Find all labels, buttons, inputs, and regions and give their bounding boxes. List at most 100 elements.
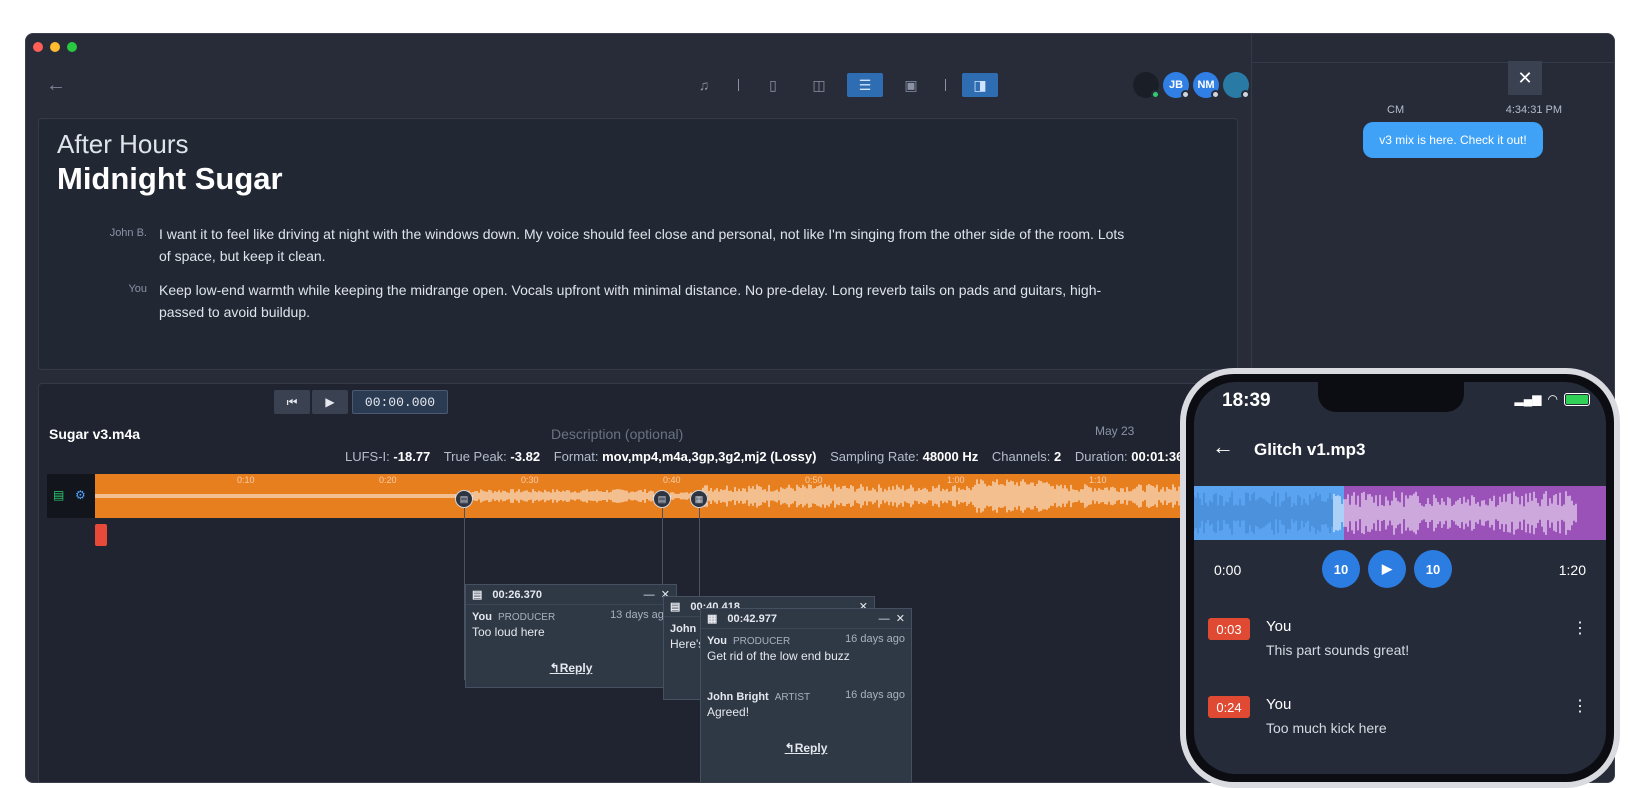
duration-label: Duration:: [1074, 449, 1128, 464]
close-chat-icon[interactable]: ✕: [1508, 61, 1542, 95]
lufs-value: -18.77: [393, 449, 431, 464]
comment-header: ▦ 00:42.977 — ✕: [701, 609, 911, 629]
comment-header: ▤ 00:26.370 — ✕: [466, 585, 676, 605]
battery-icon: [1564, 392, 1590, 406]
comment-time[interactable]: 00:26.370: [492, 589, 542, 601]
minimize-icon[interactable]: —: [644, 589, 655, 601]
split-panel-icon[interactable]: ◫: [801, 73, 837, 97]
song-title: Midnight Sugar: [57, 161, 283, 196]
file-name[interactable]: Sugar v3.m4a: [49, 426, 140, 442]
comment-text: Get rid of the low end buzz: [707, 649, 850, 663]
ruler-tick-label: 0:50: [805, 475, 823, 485]
peak-value: -3.82: [510, 449, 541, 464]
upload-date: May 23: [1095, 424, 1135, 438]
skip-back-label: 10: [1333, 561, 1349, 577]
reply-button[interactable]: ↰Reply: [466, 661, 676, 675]
comment-marker-icon[interactable]: ▤: [455, 490, 473, 508]
close-icon[interactable]: ✕: [896, 613, 905, 625]
comment-window-controls: — ✕: [879, 612, 905, 625]
zoom-window-button[interactable]: [67, 42, 77, 52]
avatar[interactable]: NM: [1193, 72, 1220, 99]
waveform-tools: ▤ ⚙: [47, 474, 95, 518]
minimize-icon[interactable]: —: [879, 613, 890, 625]
skip-to-start-icon[interactable]: ⏮: [274, 390, 310, 414]
track-title: Glitch v1.mp3: [1254, 440, 1366, 459]
comment-icon: ▤: [670, 601, 681, 613]
format-label: Format:: [553, 449, 599, 464]
description-input[interactable]: Description (optional): [551, 426, 683, 442]
play-icon[interactable]: ▶: [312, 390, 348, 414]
note-text: Keep low-end warmth while keeping the mi…: [159, 282, 1102, 320]
top-bar: ← ♫ ▯ ◫ ☰ ▣ ◨ JB NM 👤+: [26, 54, 1308, 114]
comment-icon: ▤: [472, 589, 483, 601]
avatar[interactable]: [1133, 72, 1160, 99]
comment-author: John Bright: [707, 691, 769, 703]
more-options-icon[interactable]: ⋮: [1572, 696, 1588, 716]
signal-icon: ▂▄▆: [1514, 392, 1542, 406]
note-text: I want it to feel like driving at night …: [159, 226, 1125, 264]
comment-message: You PRODUCER 13 days ago Too loud here: [466, 605, 676, 643]
play-icon[interactable]: ▶: [1368, 550, 1406, 588]
mobile-waveform[interactable]: [1194, 486, 1606, 540]
waveform-graphic: [1194, 491, 1577, 535]
status-clock: 18:39: [1222, 390, 1271, 411]
comment-time[interactable]: 00:42.977: [727, 613, 777, 625]
rate-value: 48000 Hz: [922, 449, 979, 464]
more-options-icon[interactable]: ⋮: [1572, 618, 1588, 638]
rate-label: Sampling Rate:: [830, 449, 919, 464]
comment-age: 16 days ago: [845, 689, 905, 701]
comment-text: Agreed!: [707, 705, 750, 719]
sidebar-panel-icon[interactable]: ◨: [962, 73, 998, 97]
format-value: mov,mp4,m4a,3gp,3g2,mj2 (Lossy): [602, 449, 817, 464]
wifi-icon: ◠: [1547, 392, 1558, 406]
flag-icon[interactable]: [95, 524, 107, 546]
filter-icon[interactable]: ⚙: [75, 488, 86, 502]
online-status-icon: [1151, 90, 1160, 99]
ruler-tick-label: 1:00: [947, 475, 965, 485]
minimize-window-button[interactable]: [50, 42, 60, 52]
avatar[interactable]: JB: [1163, 72, 1190, 99]
status-icons: ▂▄▆ ◠: [1515, 392, 1590, 406]
reply-button[interactable]: ↰Reply: [701, 741, 911, 755]
list-item[interactable]: 0:24 You Too much kick here ⋮: [1194, 692, 1606, 762]
phone-notch: [1318, 382, 1464, 412]
toolbar-divider: [738, 79, 739, 91]
ruler-tick-label: 0:40: [663, 475, 681, 485]
avatar-initials: JB: [1168, 79, 1184, 91]
skip-back-10-icon[interactable]: 10: [1322, 550, 1360, 588]
comment-toggle-icon[interactable]: ▤: [53, 488, 64, 502]
comment-author: You: [1266, 696, 1292, 713]
calendar-marker-icon[interactable]: ▦: [690, 490, 708, 508]
skip-forward-10-icon[interactable]: 10: [1414, 550, 1452, 588]
avatar[interactable]: [1223, 72, 1250, 99]
timestamp-badge[interactable]: 0:03: [1208, 618, 1250, 640]
chat-sender: CM: [1387, 104, 1405, 116]
view-toolbar: ♫ ▯ ◫ ☰ ▣ ◨: [686, 72, 998, 98]
list-item[interactable]: 0:03 You This part sounds great! ⋮: [1194, 614, 1606, 684]
battery-fill: [1566, 394, 1588, 404]
transport-controls: ⏮ ▶ 00:00.000: [274, 390, 448, 414]
skip-forward-label: 10: [1425, 561, 1441, 577]
music-file-icon[interactable]: ♫: [686, 73, 722, 97]
video-icon[interactable]: ▣: [893, 73, 929, 97]
reply-label: Reply: [559, 661, 593, 675]
comment-age: 16 days ago: [845, 633, 905, 645]
total-duration: 1:20: [1558, 562, 1586, 578]
chat-timestamp: 4:34:31 PM: [1505, 104, 1562, 116]
single-panel-icon[interactable]: ▯: [755, 73, 791, 97]
reply-label: Reply: [794, 741, 828, 755]
close-window-button[interactable]: [33, 42, 43, 52]
comment-message: John Bright ARTIST 16 days ago Agreed!: [701, 685, 911, 723]
stacked-panel-icon[interactable]: ☰: [847, 73, 883, 97]
back-arrow-icon[interactable]: ←: [1212, 434, 1234, 460]
channels-value: 2: [1054, 449, 1062, 464]
comment-role: PRODUCER: [732, 636, 791, 647]
comment-panel: ▦ 00:42.977 — ✕ You PRODUCER 16 days ago …: [700, 608, 912, 782]
comment-text: This part sounds great!: [1266, 642, 1410, 658]
timestamp-badge[interactable]: 0:24: [1208, 696, 1250, 718]
comment-marker-icon[interactable]: ▤: [653, 490, 671, 508]
comment-role: PRODUCER: [497, 612, 556, 623]
back-arrow-icon[interactable]: ←: [46, 74, 66, 97]
toolbar-divider: [945, 79, 946, 91]
phone-bezel: 18:39 ▂▄▆ ◠ ← Glitch v1.mp3 0:00 10 ▶ 10…: [1186, 374, 1614, 782]
